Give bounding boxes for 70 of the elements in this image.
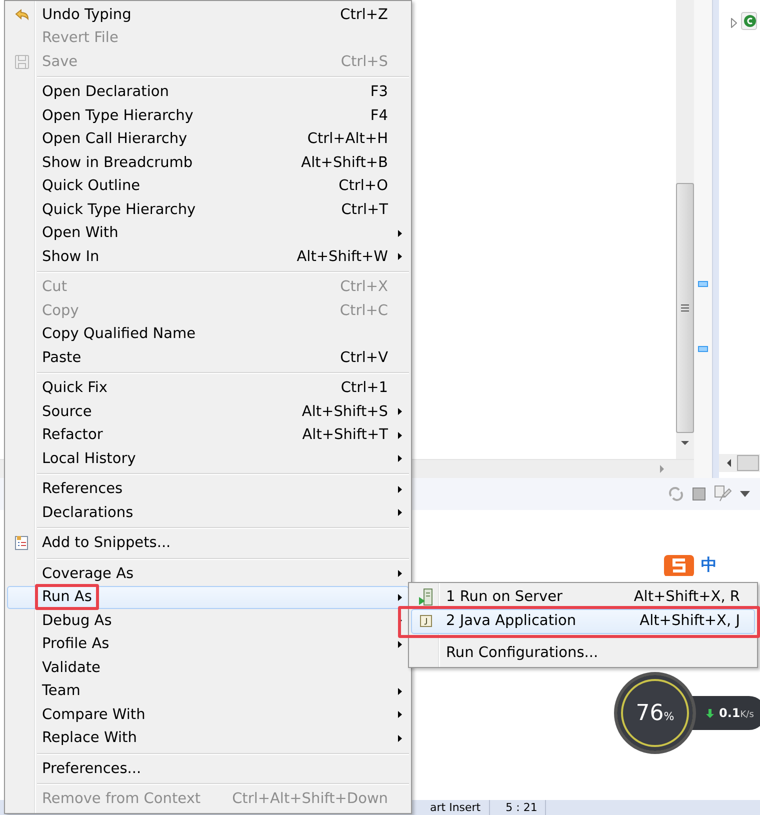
download-arrow-icon <box>706 708 714 718</box>
java-file-icon <box>418 614 432 628</box>
menu-item[interactable]: Replace With <box>7 726 409 750</box>
menu-item[interactable]: Paste Ctrl+V <box>7 346 409 370</box>
menu-item[interactable]: Copy Qualified Name <box>7 322 409 346</box>
vertical-scrollbar[interactable] <box>676 0 694 459</box>
shortcut-label: Alt+Shift+T <box>302 427 389 444</box>
menu-item[interactable]: 1 Run on Server Alt+Shift+X, R <box>411 584 755 609</box>
expand-arrow-icon[interactable] <box>731 18 737 28</box>
class-icon <box>741 12 757 30</box>
input-mode-label[interactable]: 中 <box>701 556 717 574</box>
menu-item[interactable]: Declarations <box>7 501 409 524</box>
left-arrow-icon[interactable] <box>727 459 731 467</box>
menu-item[interactable]: Run As <box>7 586 409 609</box>
shortcut-label: Ctrl+Alt+H <box>307 131 389 148</box>
input-method-icon[interactable] <box>663 554 695 576</box>
menu-item[interactable]: Compare With <box>7 703 409 726</box>
shortcut-label: Alt+Shift+B <box>301 154 389 171</box>
status-text: 5 : 21 <box>506 800 546 815</box>
menu-item[interactable]: Validate <box>7 656 409 680</box>
shortcut-label: Alt+Shift+X, R <box>634 588 741 605</box>
menu-item[interactable]: Profile As <box>7 632 409 656</box>
menu-item[interactable]: Local History <box>7 447 409 470</box>
shortcut-label: Ctrl+Z <box>340 6 389 23</box>
menu-item[interactable]: Open With <box>7 222 409 245</box>
down-arrow-icon[interactable] <box>681 441 689 445</box>
shortcut-label: Alt+Shift+S <box>302 404 389 420</box>
marker-icon[interactable] <box>698 346 708 352</box>
shortcut-label: F4 <box>370 108 389 124</box>
shortcut-label: Alt+Shift+X, J <box>640 613 741 630</box>
menu-item[interactable]: Show In Alt+Shift+W <box>7 245 409 268</box>
server-run-icon <box>418 588 434 606</box>
grip-icon <box>681 304 689 312</box>
horizontal-scrollbar[interactable] <box>719 454 760 472</box>
shortcut-label: Ctrl+S <box>340 54 389 70</box>
sync-icon[interactable] <box>668 486 684 502</box>
menu-item[interactable]: Quick Fix Ctrl+1 <box>7 376 409 400</box>
shortcut-label: Ctrl+T <box>341 202 389 218</box>
menu-item[interactable]: Quick Outline Ctrl+O <box>7 174 409 198</box>
undo-arrow-icon <box>14 6 30 23</box>
menu-item[interactable]: Open Type Hierarchy F4 <box>7 104 409 128</box>
stop-icon[interactable] <box>692 487 706 501</box>
menu-item[interactable]: Undo Typing Ctrl+Z <box>7 3 409 26</box>
shortcut-label: Ctrl+1 <box>340 380 389 396</box>
speed-value: 0.1K/s <box>719 706 754 720</box>
menu-item[interactable]: Team <box>7 680 409 703</box>
menu-item[interactable]: Source Alt+Shift+S <box>7 400 409 424</box>
shortcut-label: Ctrl+O <box>338 178 389 194</box>
right-arrow-icon[interactable] <box>660 465 664 473</box>
menu-item[interactable]: Show in Breadcrumb Alt+Shift+B <box>7 151 409 174</box>
menu-item[interactable]: Debug As <box>7 609 409 632</box>
dropdown-arrow-icon[interactable] <box>740 491 750 497</box>
marker-icon[interactable] <box>698 281 708 287</box>
menu-item[interactable]: Open Call Hierarchy Ctrl+Alt+H <box>7 128 409 151</box>
menu-item[interactable]: Preferences... <box>7 757 409 780</box>
document-list-icon <box>14 535 30 552</box>
shortcut-label: Ctrl+V <box>340 350 389 366</box>
menu-item[interactable]: Quick Type Hierarchy Ctrl+T <box>7 198 409 222</box>
menu-item[interactable]: Run Configurations... <box>411 640 755 665</box>
menu-item[interactable]: Coverage As <box>7 562 409 586</box>
menu-item[interactable]: Refactor Alt+Shift+T <box>7 424 409 447</box>
shortcut-label: F3 <box>370 84 389 100</box>
shortcut-label: Ctrl+Alt+Shift+Down <box>232 791 389 808</box>
status-text: art Insert <box>430 800 490 815</box>
shortcut-label: Alt+Shift+W <box>296 248 389 265</box>
menu-item[interactable]: Add to Snippets... <box>7 532 409 555</box>
shortcut-label: Ctrl+C <box>340 302 389 319</box>
shortcut-label: Ctrl+X <box>340 279 389 296</box>
percent-value: 76% <box>636 700 674 726</box>
menu-item[interactable]: Open Declaration F3 <box>7 80 409 104</box>
